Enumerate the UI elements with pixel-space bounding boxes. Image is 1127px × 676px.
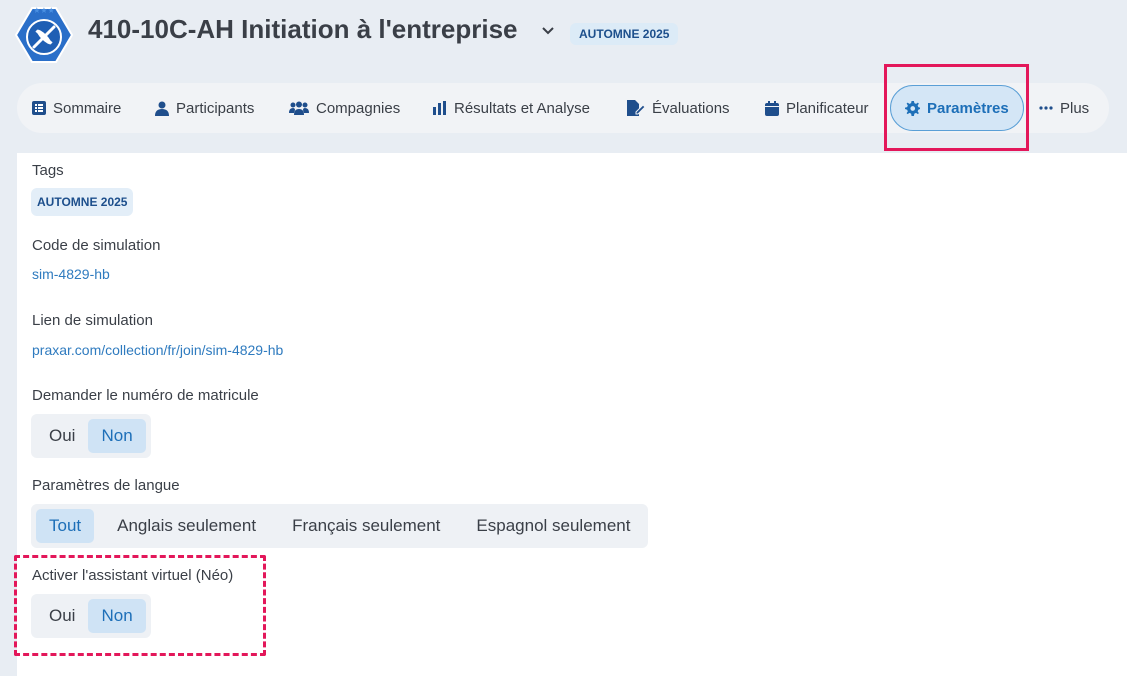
tab-participants[interactable]: Participants <box>155 83 254 133</box>
simulation-link[interactable]: praxar.com/collection/fr/join/sim-4829-h… <box>32 342 283 358</box>
tab-resultats[interactable]: Résultats et Analyse <box>433 83 590 133</box>
file-edit-icon <box>627 100 645 116</box>
langue-tout-option[interactable]: Tout <box>36 509 95 543</box>
tab-evaluations[interactable]: Évaluations <box>627 83 730 133</box>
user-icon <box>155 101 169 116</box>
langue-francais-option[interactable]: Français seulement <box>279 509 453 543</box>
kayak-badge-icon[interactable]: ★★★ <box>12 4 76 66</box>
langue-espagnol-option[interactable]: Espagnol seulement <box>463 509 643 543</box>
tab-label: Résultats et Analyse <box>454 99 590 117</box>
code-value[interactable]: sim-4829-hb <box>32 266 110 282</box>
link-label: Lien de simulation <box>32 312 153 329</box>
tab-sommaire[interactable]: Sommaire <box>32 83 121 133</box>
ellipsis-icon <box>1039 106 1053 110</box>
matricule-oui-option[interactable]: Oui <box>36 419 88 453</box>
tab-compagnies[interactable]: Compagnies <box>289 83 400 133</box>
tab-planificateur[interactable]: Planificateur <box>765 83 869 133</box>
tab-label: Plus <box>1060 99 1090 117</box>
term-tag: AUTOMNE 2025 <box>570 23 679 45</box>
annotation-highlight-box <box>884 64 1029 151</box>
chevron-down-icon[interactable] <box>540 22 556 38</box>
tab-label: Sommaire <box>53 99 122 117</box>
tab-plus[interactable]: Plus <box>1039 83 1089 133</box>
page-title: 410-10C-AH Initiation à l'entreprise <box>88 14 518 44</box>
list-icon <box>32 101 46 115</box>
matricule-non-option[interactable]: Non <box>88 419 146 453</box>
code-label: Code de simulation <box>32 237 161 254</box>
matricule-label: Demander le numéro de matricule <box>32 387 259 404</box>
matricule-toggle: Oui Non <box>31 414 151 458</box>
calendar-icon <box>765 100 779 116</box>
users-group-icon <box>289 101 309 115</box>
tab-label: Planificateur <box>786 99 869 117</box>
langue-anglais-option[interactable]: Anglais seulement <box>104 509 269 543</box>
tag-chip: AUTOMNE 2025 <box>31 188 134 216</box>
tags-label: Tags <box>32 162 64 179</box>
tab-label: Évaluations <box>652 99 730 117</box>
bar-chart-icon <box>433 101 446 115</box>
langue-label: Paramètres de langue <box>32 477 180 494</box>
tab-label: Participants <box>176 99 255 117</box>
langue-selector: Tout Anglais seulement Français seulemen… <box>31 504 649 548</box>
tab-label: Compagnies <box>316 99 401 117</box>
annotation-dashed-box <box>14 555 266 656</box>
svg-text:★★★: ★★★ <box>33 6 55 15</box>
